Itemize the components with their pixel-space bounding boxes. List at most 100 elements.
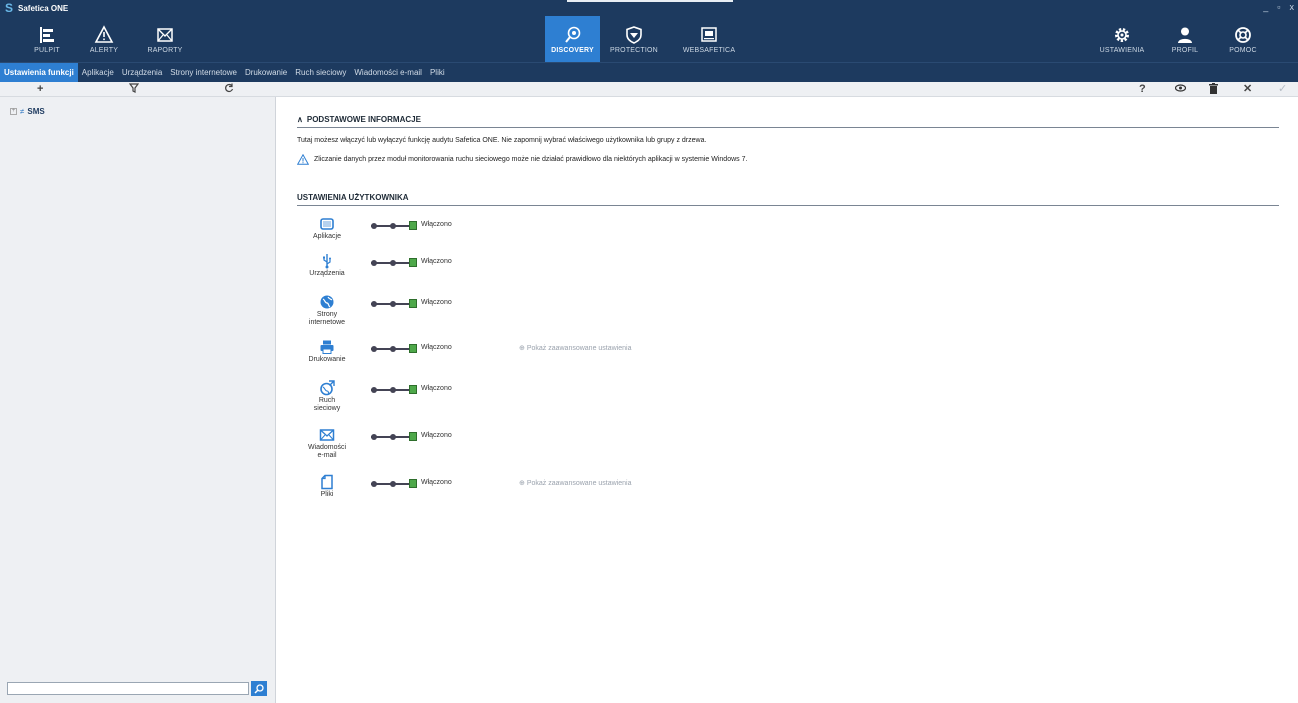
feature-label-line: Urządzenia (309, 270, 345, 277)
subtab-pliki[interactable]: Pliki (426, 63, 449, 83)
toggle-knob[interactable] (409, 221, 417, 230)
close-icon[interactable]: ✕ (1243, 83, 1252, 96)
nav-profil-label: PROFIL (1171, 46, 1199, 54)
subtab-wiadomosci-email[interactable]: Wiadomości e-mail (350, 63, 426, 83)
nav-pulpit[interactable]: PULPIT (26, 16, 68, 62)
subtab-aplikacje[interactable]: Aplikacje (78, 63, 118, 83)
feature-label-line: Pliki (320, 491, 334, 498)
toggle-dot (390, 260, 396, 266)
nav-discovery[interactable]: DISCOVERY (545, 16, 600, 62)
warning-text: Zliczanie danych przez moduł monitorowan… (314, 156, 748, 163)
nav-discovery-label: DISCOVERY (551, 46, 594, 54)
feature-row-aplikacje: Aplikacje Włączono (297, 216, 797, 256)
feature-toggle[interactable] (371, 432, 417, 441)
feature-icon-wrap: Ruch sieciowy (297, 380, 357, 413)
nav-websafetica[interactable]: WEBSAFETICA (676, 16, 742, 62)
collapse-caret-icon[interactable]: ∧ (297, 115, 303, 124)
eye-icon[interactable] (1174, 83, 1187, 97)
toggle-knob[interactable] (409, 385, 417, 394)
nav-pulpit-label: PULPIT (34, 46, 60, 54)
bullet-icon: ⊕ (519, 345, 527, 352)
feature-state: Włączono (421, 258, 452, 265)
globe-icon (320, 295, 334, 309)
show-advanced-settings-link[interactable]: ⊕ Pokaż zaawansowane ustawienia (519, 344, 632, 352)
add-icon[interactable]: + (37, 83, 43, 96)
refresh-icon[interactable] (224, 83, 234, 97)
check-icon[interactable]: ✓ (1278, 83, 1287, 96)
feature-icon-wrap: Strony internetowe (297, 294, 357, 327)
feature-row-wiadomosci-email: Wiadomości e-mail Włączono (297, 427, 797, 467)
maximize-button[interactable]: ▫ (1277, 2, 1280, 12)
toggle-dot (371, 481, 377, 487)
feature-toggle[interactable] (371, 221, 417, 230)
trash-icon[interactable] (1209, 83, 1218, 98)
help-icon (1235, 26, 1251, 43)
feature-toggle[interactable] (371, 258, 417, 267)
main-navigation: PULPIT ALERTY RAPORTY DISCOVERY PROTECTI… (0, 16, 1298, 62)
dashboard-icon (40, 26, 54, 43)
application-window-icon (320, 218, 334, 230)
feature-label: Ruch sieciowy (297, 397, 357, 413)
toggle-knob[interactable] (409, 432, 417, 441)
title-tab-marker (567, 0, 733, 2)
subtab-ruch-sieciowy[interactable]: Ruch sieciowy (291, 63, 350, 83)
filter-icon[interactable] (128, 83, 140, 97)
help-question-icon[interactable]: ? (1139, 83, 1146, 96)
nav-profil[interactable]: PROFIL (1165, 16, 1205, 62)
tree-expander-icon[interactable]: + (10, 108, 17, 115)
feature-toggle[interactable] (371, 385, 417, 394)
toggle-dot (390, 223, 396, 229)
feature-label-line: Drukowanie (308, 356, 346, 363)
tree-node-label[interactable]: SMS (27, 107, 44, 116)
subtab-strony-internetowe[interactable]: Strony internetowe (166, 63, 241, 83)
envelope-icon (319, 429, 335, 441)
nav-raporty[interactable]: RAPORTY (142, 16, 188, 62)
nav-ustawienia[interactable]: USTAWIENIA (1092, 16, 1152, 62)
close-window-button[interactable]: x (1290, 2, 1295, 12)
discovery-icon (564, 26, 580, 43)
section-basic-info-header[interactable]: ∧ PODSTAWOWE INFORMACJE (297, 115, 1279, 128)
feature-toggle[interactable] (371, 299, 417, 308)
file-icon (321, 474, 333, 490)
feature-label: Urządzenia (297, 270, 357, 278)
nav-websafetica-label: WEBSAFETICA (682, 46, 736, 54)
mail-icon (157, 27, 173, 42)
nav-raporty-label: RAPORTY (147, 46, 183, 54)
toggle-dot (371, 223, 377, 229)
feature-state: Włączono (421, 299, 452, 306)
search-button[interactable] (251, 681, 267, 696)
nav-protection[interactable]: PROTECTION (604, 16, 664, 62)
alert-icon (94, 24, 114, 43)
toggle-knob[interactable] (409, 479, 417, 488)
show-advanced-settings-link[interactable]: ⊕ Pokaż zaawansowane ustawienia (519, 479, 632, 487)
feature-row-ruch-sieciowy: Ruch sieciowy Włączono (297, 380, 797, 420)
feature-state: Włączono (421, 344, 452, 351)
toggle-knob[interactable] (409, 299, 417, 308)
subtab-ustawienia-funkcji[interactable]: Ustawienia funkcji (0, 62, 78, 83)
tree-panel: + ≠ SMS (0, 97, 276, 703)
nav-alerty[interactable]: ALERTY (88, 16, 120, 62)
subtab-urzadzenia[interactable]: Urządzenia (118, 63, 166, 83)
toggle-knob[interactable] (409, 344, 417, 353)
minimize-button[interactable]: _ (1263, 2, 1268, 12)
feature-toggle[interactable] (371, 344, 417, 353)
feature-row-urzadzenia: Urządzenia Włączono (297, 253, 797, 293)
tree-node-root[interactable]: + ≠ SMS (10, 107, 45, 116)
nav-pomoc[interactable]: POMOC (1222, 16, 1264, 62)
subtab-drukowanie[interactable]: Drukowanie (241, 63, 291, 83)
feature-label: Strony internetowe (297, 311, 357, 327)
feature-icon-wrap: Urządzenia (297, 253, 357, 278)
feature-toggle[interactable] (371, 479, 417, 488)
feature-icon-wrap: Pliki (297, 474, 357, 499)
search-input[interactable] (7, 682, 249, 695)
toggle-knob[interactable] (409, 258, 417, 267)
content-area: ∧ PODSTAWOWE INFORMACJE Tutaj możesz włąc… (277, 97, 1298, 703)
nav-alerty-label: ALERTY (89, 46, 119, 54)
feature-label: Wiadomości e-mail (297, 444, 357, 460)
toggle-dot (390, 434, 396, 440)
feature-label-line: Aplikacje (312, 233, 341, 240)
gear-icon (1115, 27, 1129, 42)
basic-info-text: Tutaj możesz włączyć lub wyłączyć funkcj… (297, 137, 707, 144)
section-basic-info-title: PODSTAWOWE INFORMACJE (306, 115, 421, 124)
feature-row-pliki: Pliki Włączono ⊕ Pokaż zaawansowane usta… (297, 474, 797, 514)
